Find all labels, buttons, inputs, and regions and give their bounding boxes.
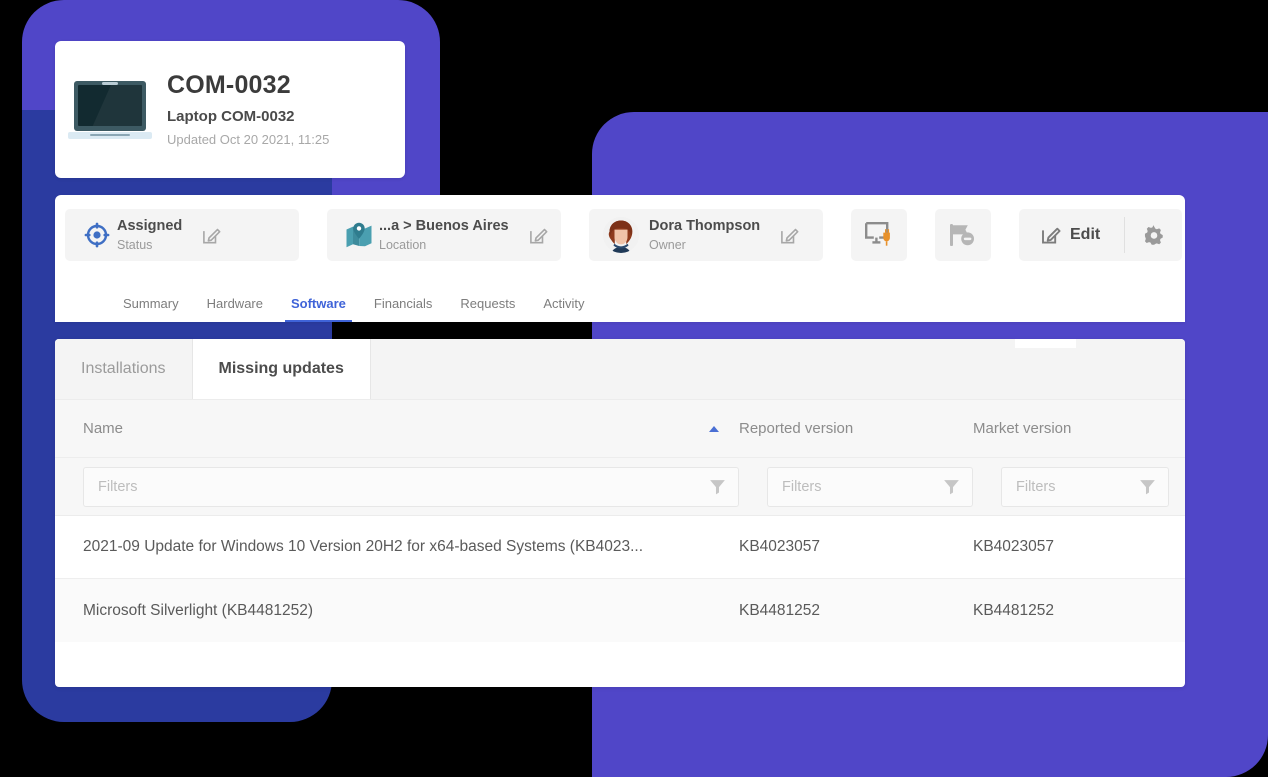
laptop-icon — [55, 80, 165, 139]
avatar — [603, 217, 639, 253]
monitor-plug-button[interactable] — [851, 209, 907, 261]
chip-owner-value: Dora Thompson — [649, 217, 761, 234]
chip-location-value: ...a > Buenos Aires — [379, 217, 509, 234]
primary-nav-tabs: Summary Hardware Software Financials Req… — [65, 282, 613, 322]
edit-pencil-icon[interactable] — [202, 226, 221, 245]
app-root: COM-0032 Laptop COM-0032 Updated Oct 20 … — [0, 0, 1268, 777]
table-row[interactable]: Microsoft Silverlight (KB4481252) KB4481… — [55, 579, 1185, 642]
flag-minus-icon — [948, 221, 978, 249]
edit-pencil-icon — [1041, 225, 1061, 245]
chip-owner-label: Owner — [649, 237, 686, 252]
filter-input-reported-version[interactable]: Filters — [767, 466, 973, 507]
edit-pencil-icon[interactable] — [529, 226, 548, 245]
cell-name: 2021-09 Update for Windows 10 Version 20… — [83, 538, 644, 555]
filter-input-name[interactable]: Filters — [83, 466, 739, 507]
cell-market-version: KB4481252 — [973, 601, 1055, 619]
funnel-filter-icon[interactable] — [943, 478, 960, 495]
column-header-reported-version[interactable]: Reported version — [739, 420, 973, 437]
device-subtitle: Laptop COM-0032 — [167, 108, 295, 126]
gear-icon — [1143, 224, 1165, 246]
settings-button[interactable] — [1125, 209, 1182, 261]
page-title: COM-0032 — [167, 70, 291, 99]
tab-activity[interactable]: Activity — [543, 296, 584, 322]
device-header-card: COM-0032 Laptop COM-0032 Updated Oct 20 … — [55, 41, 405, 178]
monitor-plug-icon — [864, 221, 894, 249]
column-header-market-version-label: Market version — [973, 420, 1072, 437]
table-header-row: Name Reported version Market version — [55, 400, 1185, 458]
chip-status-label: Status — [117, 237, 153, 252]
table-row[interactable]: 2021-09 Update for Windows 10 Version 20… — [55, 516, 1185, 579]
tab-financials[interactable]: Financials — [374, 296, 433, 322]
flag-minus-button[interactable] — [935, 209, 991, 261]
filter-placeholder: Filters — [98, 478, 138, 495]
cell-reported-version: KB4023057 — [739, 538, 821, 555]
chip-location[interactable]: ...a > Buenos Aires Location — [327, 209, 561, 261]
column-header-name-label: Name — [83, 420, 124, 437]
table-footer-space — [55, 642, 1185, 682]
cell-market-version: KB4023057 — [973, 538, 1055, 555]
updated-timestamp: Updated Oct 20 2021, 11:25 — [167, 132, 330, 148]
chip-status[interactable]: Assigned Status — [65, 209, 299, 261]
filter-placeholder: Filters — [782, 478, 822, 495]
filter-input-market-version[interactable]: Filters — [1001, 466, 1169, 507]
sort-ascending-icon — [709, 425, 719, 432]
toolbar-panel: Assigned Status ...a > Buenos Aires Loca… — [55, 195, 1185, 322]
toolbar-chip-group: Assigned Status ...a > Buenos Aires Loca… — [65, 209, 1183, 261]
tab-missing-updates[interactable]: Missing updates — [192, 339, 371, 399]
column-header-reported-version-label: Reported version — [739, 420, 854, 437]
cell-reported-version: KB4481252 — [739, 601, 821, 619]
sub-tab-strip: Installations Missing updates — [55, 339, 1185, 400]
map-pin-icon — [341, 222, 377, 249]
tab-software[interactable]: Software — [284, 296, 352, 322]
funnel-filter-icon[interactable] — [709, 478, 726, 495]
edit-button-label: Edit — [1070, 226, 1101, 243]
strip-nub — [1015, 339, 1076, 348]
filter-placeholder: Filters — [1016, 478, 1056, 495]
chip-status-value: Assigned — [117, 217, 183, 234]
edit-pencil-icon[interactable] — [780, 226, 799, 245]
edit-button[interactable]: Edit — [1019, 209, 1124, 261]
tab-hardware[interactable]: Hardware — [207, 296, 263, 322]
tab-requests[interactable]: Requests — [460, 296, 515, 322]
table-filter-row: Filters Filters Filters — [55, 458, 1185, 516]
missing-updates-table: Name Reported version Market version Fil… — [55, 400, 1185, 682]
funnel-filter-icon[interactable] — [1139, 478, 1156, 495]
edit-button-group: Edit — [1019, 209, 1183, 261]
column-header-market-version[interactable]: Market version — [973, 420, 1157, 437]
software-content-card: Installations Missing updates Name Repor… — [55, 339, 1185, 687]
cell-name: Microsoft Silverlight (KB4481252) — [83, 601, 314, 619]
tab-installations[interactable]: Installations — [55, 339, 193, 399]
chip-location-label: Location — [379, 237, 427, 252]
tab-summary[interactable]: Summary — [123, 296, 179, 322]
chip-owner[interactable]: Dora Thompson Owner — [589, 209, 823, 261]
column-header-name[interactable]: Name — [83, 420, 739, 437]
target-crosshair-icon — [79, 222, 115, 248]
